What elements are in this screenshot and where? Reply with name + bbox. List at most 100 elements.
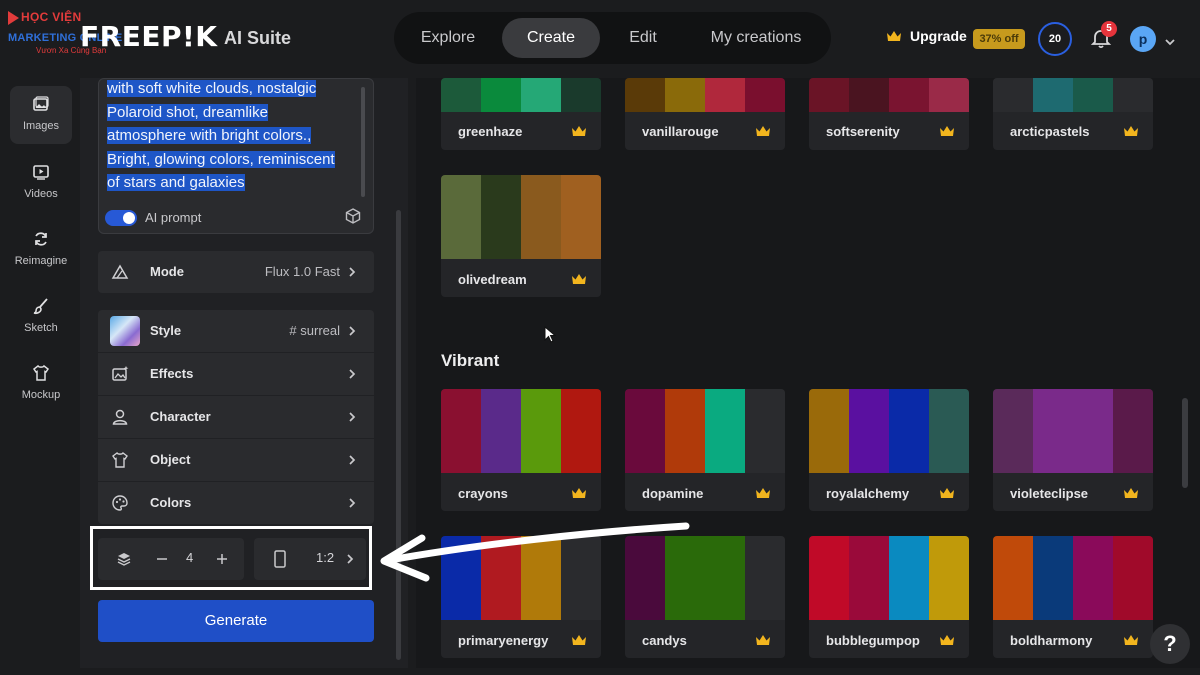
palette-card[interactable]: greenhaze	[441, 78, 601, 150]
palette-swatches	[809, 536, 969, 620]
palette-swatches	[993, 536, 1153, 620]
aspect-ratio-value: 1:2	[316, 550, 335, 565]
palette-name: bubblegumpop	[826, 633, 920, 648]
prompt-line: Polaroid shot, dreamlike	[107, 103, 268, 121]
palette-swatches	[441, 78, 601, 112]
color-swatch	[993, 78, 1033, 112]
image-count-stepper[interactable]: 4	[98, 538, 244, 580]
tool-rail: Images Videos Reimagine Sketch Mockup	[4, 78, 78, 668]
credits-counter[interactable]: 20	[1038, 22, 1072, 56]
color-swatch	[745, 389, 785, 473]
gallery-scrollbar[interactable]	[1182, 398, 1188, 488]
palette-card[interactable]: violeteclipse	[993, 389, 1153, 511]
color-swatch	[665, 389, 705, 473]
mode-row[interactable]: Mode Flux 1.0 Fast	[98, 251, 374, 293]
shirt-icon	[32, 364, 50, 381]
color-swatch	[1113, 78, 1153, 112]
minus-icon[interactable]	[156, 553, 168, 565]
palette-name: arcticpastels	[1010, 124, 1090, 139]
color-swatch	[481, 389, 521, 473]
chevron-down-icon[interactable]	[1164, 34, 1176, 46]
palette-card[interactable]: bubblegumpop	[809, 536, 969, 658]
color-swatch	[521, 175, 561, 259]
object-row[interactable]: Object	[98, 439, 374, 481]
avatar[interactable]: p	[1130, 26, 1156, 52]
prompt-text[interactable]: with soft white clouds, nostalgic Polaro…	[107, 79, 359, 195]
style-label: Style	[150, 323, 182, 338]
help-button[interactable]: ?	[1150, 624, 1190, 664]
palette-card[interactable]: softserenity	[809, 78, 969, 150]
image-count-value: 4	[186, 550, 194, 565]
person-icon	[112, 409, 128, 425]
brush-icon	[33, 298, 48, 315]
palette-card[interactable]: olivedream	[441, 175, 601, 297]
nav-edit[interactable]: Edit	[608, 18, 678, 58]
color-swatch	[521, 78, 561, 112]
palette-name: candys	[642, 633, 687, 648]
main-nav: Explore Create Edit My creations	[394, 12, 831, 64]
crown-icon	[755, 125, 771, 137]
palette-card[interactable]: vanillarouge	[625, 78, 785, 150]
mouse-cursor-icon	[544, 326, 556, 343]
style-value: # surreal	[289, 323, 340, 338]
shirt-icon	[112, 451, 128, 468]
character-row[interactable]: Character	[98, 396, 374, 438]
annotation-arrow	[380, 522, 690, 582]
palette-card[interactable]: dopamine	[625, 389, 785, 511]
color-swatch	[481, 175, 521, 259]
chevron-right-icon	[347, 554, 354, 564]
section-title-vibrant: Vibrant	[441, 351, 500, 370]
nav-create[interactable]: Create	[502, 18, 600, 58]
brand-suite: AI Suite	[224, 28, 292, 48]
rail-item-videos[interactable]: Videos	[10, 154, 72, 212]
crown-icon	[571, 125, 587, 137]
panel-scrollbar[interactable]	[396, 210, 401, 660]
palette-card[interactable]: crayons	[441, 389, 601, 511]
cube-icon[interactable]	[344, 207, 362, 225]
play-icon	[8, 10, 19, 25]
video-icon	[33, 165, 49, 180]
object-label: Object	[150, 452, 191, 467]
color-swatch	[521, 389, 561, 473]
rail-label-sketch: Sketch	[24, 322, 58, 334]
image-icon	[33, 96, 49, 111]
rail-item-mockup[interactable]: Mockup	[10, 355, 72, 413]
color-swatch	[889, 78, 929, 112]
palette-name: dopamine	[642, 486, 704, 501]
color-swatch	[1073, 536, 1113, 620]
palette-card[interactable]: arcticpastels	[993, 78, 1153, 150]
palette-card[interactable]: boldharmony	[993, 536, 1153, 658]
colors-row[interactable]: Colors	[98, 482, 374, 524]
crown-icon	[571, 273, 587, 285]
effects-row[interactable]: Effects	[98, 353, 374, 395]
character-label: Character	[150, 409, 211, 424]
aspect-ratio-select[interactable]: 1:2	[254, 538, 366, 580]
plus-icon[interactable]	[216, 553, 228, 565]
prompt-textarea[interactable]: with soft white clouds, nostalgic Polaro…	[98, 78, 374, 234]
reimagine-icon	[35, 232, 47, 246]
brand-logo[interactable]: FREEP!K	[80, 20, 217, 53]
crown-icon	[755, 487, 771, 499]
rail-item-sketch[interactable]: Sketch	[10, 288, 72, 346]
crown-icon	[939, 634, 955, 646]
palette-swatches	[441, 389, 601, 473]
style-thumbnail	[110, 316, 140, 346]
style-row[interactable]: Style # surreal	[98, 310, 374, 352]
color-swatch	[1073, 389, 1113, 473]
crown-icon	[755, 634, 771, 646]
nav-my-creations[interactable]: My creations	[690, 18, 822, 58]
colors-label: Colors	[150, 495, 192, 510]
upgrade-button[interactable]: Upgrade	[886, 28, 967, 44]
prompt-scrollbar[interactable]	[361, 87, 365, 197]
chevron-right-icon	[349, 369, 356, 379]
top-bar: HỌC VIỆN MARKETING ONLINE Vươn Xa Cùng B…	[0, 0, 1200, 76]
generate-button[interactable]: Generate	[98, 600, 374, 642]
ai-prompt-toggle[interactable]	[105, 210, 137, 226]
nav-explore[interactable]: Explore	[402, 18, 494, 58]
palette-card[interactable]: royalalchemy	[809, 389, 969, 511]
rail-item-reimagine[interactable]: Reimagine	[10, 221, 72, 279]
rail-label-videos: Videos	[24, 188, 58, 200]
rail-item-images[interactable]: Images	[10, 86, 72, 144]
color-swatch	[625, 389, 665, 473]
crown-icon	[571, 487, 587, 499]
